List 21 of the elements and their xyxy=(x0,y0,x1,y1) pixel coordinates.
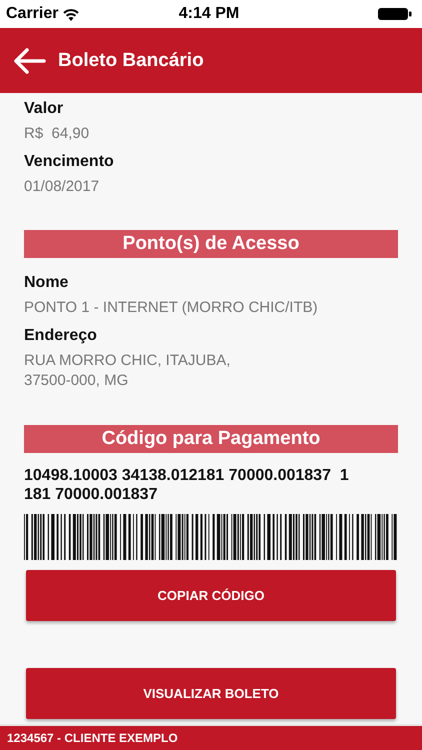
back-button[interactable] xyxy=(12,46,46,74)
battery-icon xyxy=(378,7,412,21)
client-name: 1234567 - CLIENTE EXEMPLO xyxy=(7,731,178,745)
field-label: Vencimento xyxy=(24,153,115,171)
field-value: 01/08/2017 xyxy=(24,177,100,197)
wifi-icon xyxy=(63,8,80,20)
back-arrow-icon xyxy=(12,46,46,74)
section-header: Ponto(s) de Acesso xyxy=(24,230,398,258)
section-header: Código para Pagamento xyxy=(24,425,398,453)
field-value: RUA MORRO CHIC, ITAJUBA, 37500-000, MG xyxy=(24,351,232,391)
field-label: Endereço xyxy=(24,327,98,345)
copy-code-button[interactable]: COPIAR CÓDIGO xyxy=(26,570,396,621)
field-value: R$ 64,90 xyxy=(24,124,90,144)
field-label: Nome xyxy=(24,274,70,292)
screen-title: Boleto Bancário xyxy=(58,50,204,72)
clock-time: 4:14 PM xyxy=(178,5,240,22)
view-boleto-button[interactable]: VISUALIZAR BOLETO xyxy=(26,668,396,719)
carrier-name: Carrier xyxy=(6,5,58,23)
payment-code: 10498.10003 34138.012181 70000.001837 1 181 70000.001837 xyxy=(24,466,350,504)
field-value: PONTO 1 - INTERNET (MORRO CHIC/ITB) xyxy=(24,298,319,318)
field-label: Valor xyxy=(24,100,64,118)
